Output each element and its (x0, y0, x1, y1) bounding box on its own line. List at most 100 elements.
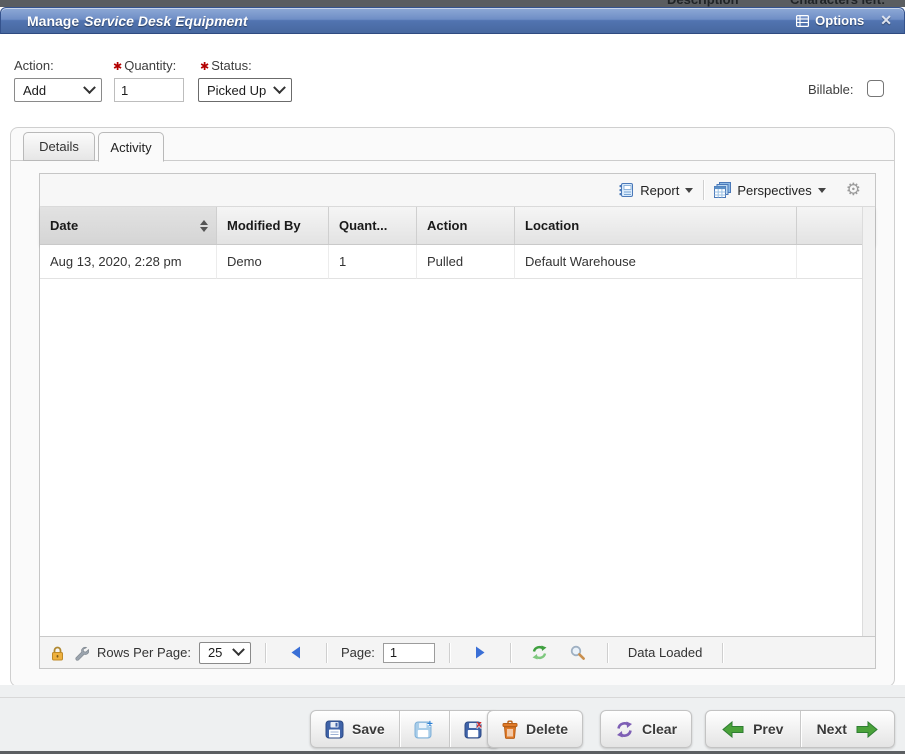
clear-refresh-icon (615, 721, 634, 738)
cell-modified-by: Demo (217, 245, 329, 279)
save-button-group: Save + x (310, 710, 500, 748)
cell-empty (797, 245, 862, 279)
pager-separator (510, 643, 511, 663)
next-page-icon[interactable] (474, 646, 486, 660)
action-select-value: Add (23, 83, 46, 98)
caret-down-icon (818, 188, 826, 193)
next-arrow-icon (855, 721, 878, 738)
tab-details[interactable]: Details (23, 132, 95, 161)
lock-icon[interactable] (50, 645, 65, 661)
prev-button[interactable]: Prev (706, 711, 800, 747)
required-marker: ✱ (113, 61, 122, 73)
background-text-fragment: Description (667, 0, 739, 7)
previous-page-icon[interactable] (290, 646, 302, 660)
clear-button[interactable]: Clear (601, 711, 691, 747)
chevron-down-icon (232, 643, 245, 656)
page-label: Page: (341, 645, 375, 660)
dialog-title-prefix: Manage (27, 13, 79, 29)
rows-per-page-label: Rows Per Page: (97, 645, 191, 660)
footer-divider (0, 697, 905, 698)
action-select[interactable]: Add (14, 78, 102, 102)
column-header-quantity[interactable]: Quant... (329, 207, 417, 244)
save-button[interactable]: Save (311, 711, 399, 747)
svg-text:x: x (476, 720, 482, 731)
pager-separator (607, 643, 608, 663)
pager-status: Data Loaded (628, 645, 702, 660)
wrench-icon[interactable] (73, 645, 89, 661)
cell-quantity: 1 (329, 245, 417, 279)
perspectives-button[interactable]: Perspectives (704, 178, 835, 202)
dialog-title-emphasis: Service Desk Equipment (84, 13, 247, 29)
grid-pager: Rows Per Page: 25 Page: (40, 636, 875, 668)
next-button[interactable]: Next (800, 711, 895, 747)
quantity-input[interactable] (114, 78, 184, 102)
quantity-label: ✱Quantity: (113, 58, 176, 73)
next-button-label: Next (817, 721, 847, 737)
svg-text:+: + (427, 719, 433, 730)
action-label: Action: (14, 58, 54, 73)
screen: Description Characters left: 500 Manage S… (0, 0, 905, 754)
perspectives-button-label: Perspectives (737, 183, 811, 198)
caret-down-icon (685, 188, 693, 193)
page-input[interactable] (383, 643, 435, 663)
pager-separator (265, 643, 266, 663)
titlebar-actions: Options ✕ (796, 12, 892, 29)
status-select[interactable]: Picked Up (198, 78, 292, 102)
report-icon (618, 182, 634, 198)
tab-panel: Details Activity Report Perspecti (10, 127, 895, 687)
billable-label: Billable: (808, 82, 854, 97)
background-text-fragment: Characters left: 500 (790, 0, 905, 7)
dialog-footer: Save + x Delete (0, 685, 905, 751)
save-and-add-button[interactable]: + (399, 711, 449, 747)
grid-toolbar: Report Perspectives ⚙ (40, 174, 875, 207)
gear-icon[interactable]: ⚙ (846, 182, 861, 199)
clear-button-label: Clear (642, 721, 677, 737)
status-select-value: Picked Up (207, 83, 266, 98)
status-label: ✱Status: (200, 58, 252, 73)
background-page-strip: Description Characters left: 500 (0, 0, 905, 7)
sort-icon[interactable] (200, 220, 208, 232)
refresh-icon[interactable] (531, 645, 548, 660)
grid-header-row: Date Modified By Quant... Action Locatio… (40, 207, 875, 245)
perspectives-icon (714, 182, 731, 198)
save-close-icon: x (464, 719, 485, 739)
tab-strip: Details Activity (11, 132, 894, 161)
prev-arrow-icon (722, 721, 745, 738)
save-add-icon: + (414, 719, 435, 739)
save-button-label: Save (352, 721, 385, 737)
options-button-label: Options (815, 13, 864, 28)
clear-button-group: Clear (600, 710, 692, 748)
column-header-action[interactable]: Action (417, 207, 515, 244)
table-row[interactable]: Aug 13, 2020, 2:28 pm Demo 1 Pulled Defa… (40, 245, 862, 279)
tab-activity[interactable]: Activity (98, 132, 164, 162)
pager-separator (722, 643, 723, 663)
column-header-location[interactable]: Location (515, 207, 797, 244)
required-marker: ✱ (200, 61, 209, 73)
chevron-down-icon (273, 81, 286, 94)
rows-per-page-select[interactable]: 25 (199, 642, 251, 664)
search-icon[interactable] (570, 645, 585, 660)
dialog-titlebar: Manage Service Desk Equipment Options ✕ (0, 7, 905, 34)
activity-grid: Report Perspectives ⚙ Date (39, 173, 876, 669)
cell-action: Pulled (417, 245, 515, 279)
delete-button-label: Delete (526, 721, 568, 737)
pager-separator (326, 643, 327, 663)
nav-button-group: Prev Next (705, 710, 895, 748)
close-icon[interactable]: ✕ (880, 12, 892, 29)
options-list-icon (796, 15, 809, 27)
column-header-modified-by[interactable]: Modified By (217, 207, 329, 244)
trash-icon (502, 720, 518, 739)
vertical-scrollbar[interactable] (862, 207, 875, 636)
billable-checkbox[interactable] (867, 80, 884, 97)
prev-button-label: Prev (753, 721, 783, 737)
delete-button[interactable]: Delete (488, 711, 582, 747)
dialog-title: Manage Service Desk Equipment (27, 13, 248, 29)
pager-separator (449, 643, 450, 663)
column-header-date[interactable]: Date (40, 207, 217, 244)
save-icon (325, 720, 344, 739)
report-button[interactable]: Report (608, 178, 703, 202)
report-button-label: Report (640, 183, 679, 198)
options-button[interactable]: Options (796, 13, 864, 28)
cell-date: Aug 13, 2020, 2:28 pm (40, 245, 217, 279)
delete-button-group: Delete (487, 710, 583, 748)
